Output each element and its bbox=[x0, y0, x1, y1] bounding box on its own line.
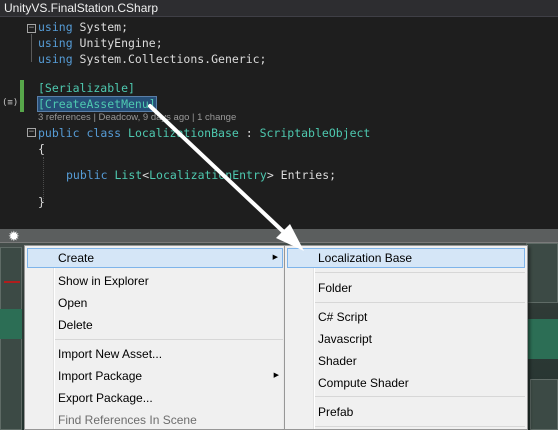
submenu-arrow-icon: ▶ bbox=[273, 372, 279, 379]
scene-marker bbox=[4, 281, 20, 283]
namespace-text: UnityEngine; bbox=[72, 36, 163, 50]
using-keyword: using bbox=[38, 20, 73, 34]
submenu-item-prefab[interactable]: Prefab bbox=[287, 402, 525, 422]
using-keyword: using bbox=[38, 36, 73, 50]
close-brace: } bbox=[38, 195, 45, 209]
open-brace: { bbox=[38, 142, 45, 156]
class-declaration: public class LocalizationBase : Scriptab… bbox=[38, 125, 370, 141]
namespace-text: System.Collections.Generic; bbox=[72, 52, 267, 66]
base-class: ScriptableObject bbox=[259, 126, 371, 140]
scene-panel bbox=[530, 379, 558, 430]
using-line-1: using System; bbox=[38, 19, 128, 35]
selected-attribute-text[interactable]: [CreateAssetMenu] bbox=[37, 96, 157, 112]
menu-separator bbox=[315, 272, 525, 273]
sun-icon: ✹ bbox=[8, 229, 20, 244]
fold-guide bbox=[31, 34, 32, 62]
field-declaration: public List<LocalizationEntry> Entries; bbox=[66, 167, 336, 183]
window-title: UnityVS.FinalStation.CSharp bbox=[0, 0, 558, 17]
menu-separator bbox=[55, 339, 283, 340]
menu-item-export-package[interactable]: Export Package... bbox=[27, 388, 283, 408]
menu-separator bbox=[315, 302, 525, 303]
attribute-text: [Serializable] bbox=[38, 81, 135, 95]
menu-item-find-references[interactable]: Find References In Scene bbox=[27, 410, 283, 430]
namespace-text: System; bbox=[72, 20, 129, 34]
menu-item-open[interactable]: Open bbox=[27, 293, 283, 313]
menu-item-delete[interactable]: Delete bbox=[27, 315, 283, 335]
public-keyword: public bbox=[66, 168, 108, 182]
attribute-serializable: [Serializable] bbox=[38, 80, 135, 96]
create-submenu: Localization Base Folder C# Script Javas… bbox=[284, 245, 528, 430]
codelens-info[interactable]: 3 references | Deadcow, 9 days ago | 1 c… bbox=[38, 112, 236, 123]
submenu-item-folder[interactable]: Folder bbox=[287, 278, 525, 298]
scene-object bbox=[526, 319, 558, 359]
attribute-createassetmenu[interactable]: [CreateAssetMenu] bbox=[37, 96, 157, 112]
list-type: List bbox=[114, 168, 143, 182]
submenu-item-compute-shader[interactable]: Compute Shader bbox=[287, 373, 525, 393]
using-line-3: using System.Collections.Generic; bbox=[38, 51, 267, 67]
using-keyword: using bbox=[38, 52, 73, 66]
menu-item-show-in-explorer[interactable]: Show in Explorer bbox=[27, 271, 283, 291]
scene-panel bbox=[526, 243, 558, 303]
field-name: > Entries; bbox=[266, 168, 337, 182]
submenu-item-javascript[interactable]: Javascript bbox=[287, 329, 525, 349]
submenu-item-csharp-script[interactable]: C# Script bbox=[287, 307, 525, 327]
scene-toolbar bbox=[0, 229, 558, 243]
public-keyword: public bbox=[38, 126, 80, 140]
using-line-2: using UnityEngine; bbox=[38, 35, 163, 51]
colon-text: : bbox=[238, 126, 260, 140]
menu-item-create[interactable]: Create ▶ bbox=[27, 248, 283, 268]
entry-type: LocalizationEntry bbox=[149, 168, 267, 182]
change-indicator bbox=[20, 80, 24, 112]
menu-item-import-new-asset[interactable]: Import New Asset... bbox=[27, 344, 283, 364]
quick-actions-icon[interactable]: (≡) bbox=[2, 98, 18, 108]
class-keyword: class bbox=[79, 126, 129, 140]
submenu-item-shader[interactable]: Shader bbox=[287, 351, 525, 371]
menu-separator bbox=[315, 426, 525, 427]
submenu-item-localization-base[interactable]: Localization Base bbox=[287, 248, 525, 268]
code-editor[interactable]: − using System; using UnityEngine; using… bbox=[0, 17, 558, 229]
collapse-usings-icon[interactable]: − bbox=[27, 24, 36, 33]
menu-item-import-package[interactable]: Import Package ▶ bbox=[27, 366, 283, 386]
collapse-class-icon[interactable]: − bbox=[27, 128, 36, 137]
submenu-arrow-icon: ▶ bbox=[272, 254, 278, 261]
scene-object bbox=[0, 309, 22, 339]
menu-separator bbox=[315, 396, 525, 397]
menu-item-label: Import Package bbox=[58, 369, 143, 383]
menu-item-label: Create bbox=[58, 251, 95, 265]
class-name: LocalizationBase bbox=[128, 126, 239, 140]
context-menu: Create ▶ Show in Explorer Open Delete Imp… bbox=[24, 245, 286, 430]
